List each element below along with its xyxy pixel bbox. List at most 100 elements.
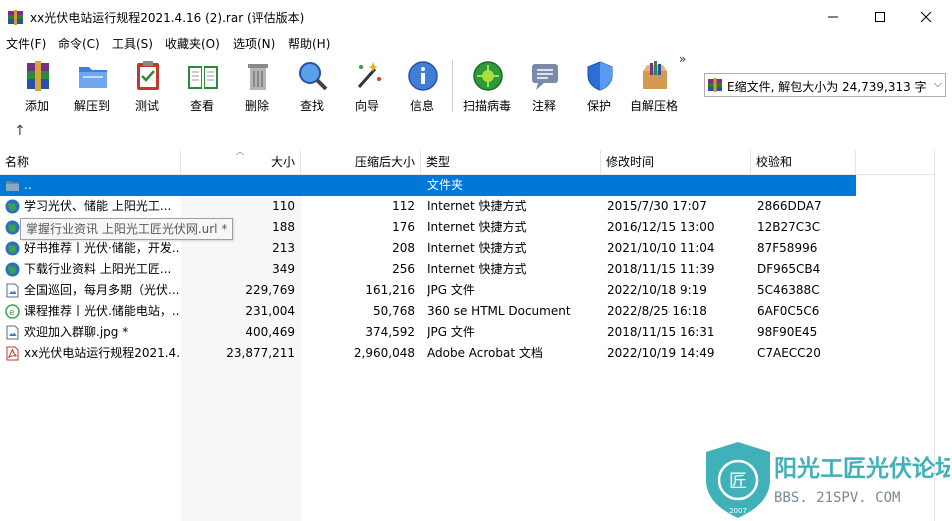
file-packed-size: 112 xyxy=(392,199,415,213)
file-name: 欢迎加入群聊.jpg * xyxy=(24,325,129,339)
comment-button[interactable]: 注释 xyxy=(516,57,572,115)
file-modified: 2015/7/30 17:07 xyxy=(607,199,707,213)
file-packed-size: 50,768 xyxy=(373,304,415,318)
file-name: xx光伏电站运行规程2021.4... xyxy=(24,346,179,360)
file-crc: 6AF0C5C6 xyxy=(757,304,820,318)
file-packed-size: 256 xyxy=(392,262,415,276)
info-button[interactable]: 信息 xyxy=(394,57,450,115)
view-label: 查看 xyxy=(189,99,214,113)
minimize-button[interactable] xyxy=(810,0,856,34)
file-row-parent[interactable]: .. 文件夹 xyxy=(0,175,856,196)
test-label: 测试 xyxy=(134,99,159,113)
file-name: 课程推荐丨光伏.储能电站，... xyxy=(24,304,179,318)
file-size: 349 xyxy=(272,262,295,276)
extract-folder-icon xyxy=(79,67,107,88)
file-row[interactable]: 全国巡回，每月多期（光伏... 229,769 161,216 JPG 文件 2… xyxy=(0,280,856,301)
file-row[interactable]: 好书推荐丨光伏·储能，开发... 213 208 Internet 快捷方式 2… xyxy=(0,238,856,259)
add-button[interactable]: 添加 xyxy=(9,57,65,115)
menu-bar: 文件(F) 命令(C) 工具(S) 收藏夹(O) 选项(N) 帮助(H) xyxy=(0,34,952,54)
menu-options[interactable]: 选项(N) xyxy=(233,35,275,52)
file-row[interactable]: e 课程推荐丨光伏.储能电站，... 231,004 50,768 360 se… xyxy=(0,301,856,322)
image-file-icon xyxy=(6,325,19,340)
minimize-icon xyxy=(828,16,838,18)
column-modified[interactable]: 修改时间 xyxy=(601,150,751,174)
file-row[interactable]: 下载行业资料 上阳光工匠... 349 256 Internet 快捷方式 20… xyxy=(0,259,856,280)
window-title: xx光伏电站运行规程2021.4.16 (2).rar (评估版本) xyxy=(30,11,305,25)
globe-icon xyxy=(5,199,20,214)
view-button[interactable]: 查看 xyxy=(174,57,230,115)
column-type[interactable]: 类型 xyxy=(421,150,601,174)
file-row[interactable]: xx光伏电站运行规程2021.4... 23,877,211 2,960,048… xyxy=(0,343,856,364)
file-row[interactable]: 学习光伏、储能 上阳光工... 110 112 Internet 快捷方式 20… xyxy=(0,196,856,217)
image-file-icon xyxy=(6,283,19,298)
file-type: JPG 文件 xyxy=(427,325,475,339)
file-crc: 5C46388C xyxy=(757,283,820,297)
archive-info-dropdown[interactable]: E缩文件, 解包大小为 24,739,313 字节 ⌵ xyxy=(704,73,946,97)
close-button[interactable] xyxy=(903,0,949,34)
file-modified: 2022/8/25 16:18 xyxy=(607,304,707,318)
column-name[interactable]: 名称 xyxy=(0,150,181,174)
file-type: JPG 文件 xyxy=(427,283,475,297)
globe-icon xyxy=(5,241,20,256)
file-packed-size: 161,216 xyxy=(365,283,415,297)
up-arrow-icon[interactable]: ↑ xyxy=(14,123,26,139)
find-button[interactable]: 查找 xyxy=(284,57,340,115)
wizard-wand-icon xyxy=(357,62,381,88)
menu-favorites[interactable]: 收藏夹(O) xyxy=(165,35,220,52)
virus-scan-icon xyxy=(473,61,503,91)
info-label: 信息 xyxy=(409,99,434,113)
close-icon xyxy=(920,11,932,23)
file-crc: 2866DDA7 xyxy=(757,199,822,213)
svg-text:匠: 匠 xyxy=(729,471,747,492)
svg-text:e: e xyxy=(9,308,15,318)
sfx-box-icon xyxy=(643,61,667,89)
delete-button[interactable]: 删除 xyxy=(229,57,285,115)
file-size: 231,004 xyxy=(245,304,295,318)
file-name: 好书推荐丨光伏·储能，开发... xyxy=(24,241,179,255)
column-packed[interactable]: 压缩后大小 xyxy=(301,150,421,174)
menu-help[interactable]: 帮助(H) xyxy=(288,35,330,52)
file-type: Adobe Acrobat 文档 xyxy=(427,346,543,360)
file-name: .. xyxy=(24,178,32,192)
globe-icon xyxy=(5,220,20,235)
path-bar: ↑ xyxy=(0,118,952,149)
title-bar: xx光伏电站运行规程2021.4.16 (2).rar (评估版本) xyxy=(0,0,952,34)
file-type: Internet 快捷方式 xyxy=(427,220,527,234)
menu-file[interactable]: 文件(F) xyxy=(6,35,46,52)
file-packed-size: 2,960,048 xyxy=(353,346,415,360)
view-book-icon xyxy=(188,66,218,89)
forum-watermark-logo: 匠 2007 阳光工匠光伏论坛 BBS. 21SPV. COM xyxy=(706,442,950,518)
menu-commands[interactable]: 命令(C) xyxy=(58,35,100,52)
virus-scan-label: 扫描病毒 xyxy=(462,99,511,113)
maximize-icon xyxy=(875,12,885,22)
find-label: 查找 xyxy=(299,99,324,113)
file-crc: DF965CB4 xyxy=(757,262,821,276)
file-type: 360 se HTML Document xyxy=(427,304,571,318)
sfx-button[interactable]: 自解压格 xyxy=(626,57,682,115)
maximize-button[interactable] xyxy=(857,0,903,34)
protect-button[interactable]: 保护 xyxy=(571,57,627,115)
archive-info-text: E缩文件, 解包大小为 24,739,313 字节 xyxy=(727,80,927,94)
trash-icon xyxy=(248,64,268,90)
file-row[interactable]: 欢迎加入群聊.jpg * 400,469 374,592 JPG 文件 2018… xyxy=(0,322,856,343)
folder-icon xyxy=(6,181,19,191)
wizard-button[interactable]: 向导 xyxy=(339,57,395,115)
shield-icon xyxy=(587,61,613,91)
file-list-header: 名称 大小 压缩后大小 类型 修改时间 校验和 xyxy=(0,150,934,175)
filename-tooltip: 掌握行业资讯 上阳光工匠光伏网.url * xyxy=(20,218,234,240)
winrar-icon xyxy=(8,10,23,25)
magnifier-icon xyxy=(299,62,328,91)
column-crc[interactable]: 校验和 xyxy=(751,150,856,174)
virus-scan-button[interactable]: 扫描病毒 xyxy=(459,57,515,115)
winrar-icon xyxy=(708,78,722,92)
file-modified: 2018/11/15 11:39 xyxy=(607,262,715,276)
watermark-url: BBS. 21SPV. COM xyxy=(774,490,900,506)
toolbar-overflow-button[interactable]: » xyxy=(679,52,686,66)
file-modified: 2022/10/18 9:19 xyxy=(607,283,707,297)
file-crc: 12B27C3C xyxy=(757,220,821,234)
menu-tools[interactable]: 工具(S) xyxy=(112,35,153,52)
test-button[interactable]: 测试 xyxy=(119,57,175,115)
file-type: Internet 快捷方式 xyxy=(427,199,527,213)
extract-to-button[interactable]: 解压到 xyxy=(64,57,120,115)
file-name: 下载行业资料 上阳光工匠... xyxy=(24,262,172,276)
